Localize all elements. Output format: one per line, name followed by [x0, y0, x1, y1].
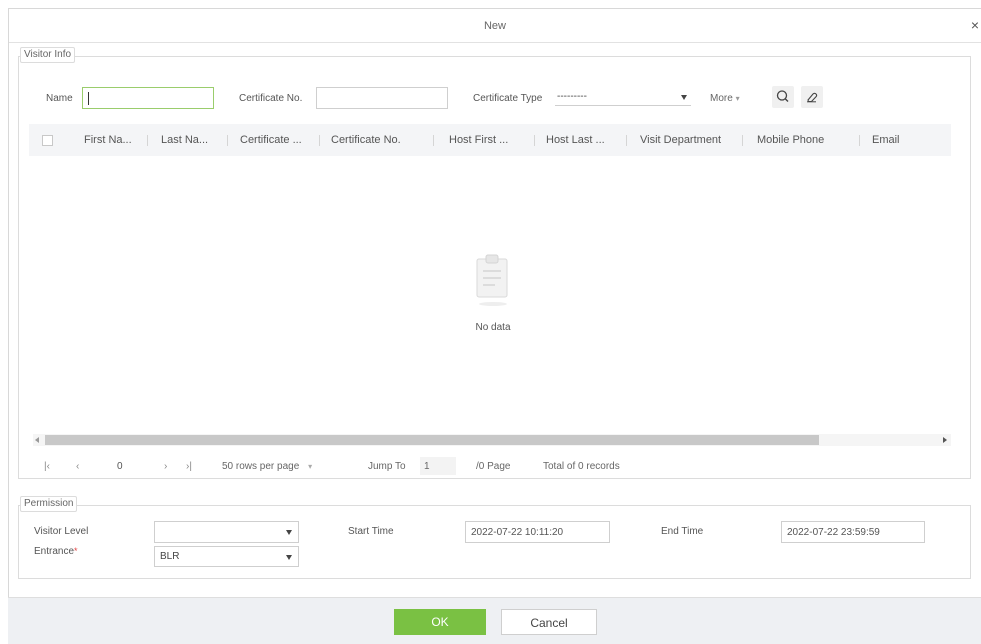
- end-time-label: End Time: [661, 526, 704, 537]
- close-icon[interactable]: ×: [971, 18, 979, 32]
- visitor-level-label: Visitor Level: [34, 526, 89, 537]
- dialog-titlebar: New ×: [9, 9, 981, 43]
- total-records: Total of 0 records: [543, 461, 620, 472]
- scroll-right-icon[interactable]: [943, 437, 947, 443]
- jump-to-value: 1: [424, 461, 430, 472]
- end-time-input[interactable]: 2022-07-22 23:59:59: [781, 521, 925, 543]
- text-cursor: [88, 92, 89, 105]
- entrance-select[interactable]: BLR: [154, 546, 299, 567]
- visitor-info-legend: Visitor Info: [20, 47, 76, 63]
- column-header-mobile-phone[interactable]: Mobile Phone: [757, 134, 824, 146]
- certificate-no-input[interactable]: [316, 87, 448, 109]
- chevron-down-icon: [286, 555, 292, 560]
- last-page-button[interactable]: ›|: [186, 461, 192, 472]
- empty-state-text: No data: [475, 322, 511, 333]
- eraser-icon: [807, 92, 818, 103]
- scrollbar-thumb[interactable]: [45, 435, 819, 445]
- entrance-value: BLR: [160, 551, 180, 562]
- select-all-checkbox[interactable]: [42, 135, 53, 146]
- chevron-down-icon: [681, 95, 687, 100]
- clear-button[interactable]: [801, 86, 823, 108]
- column-header-certificate-no[interactable]: Certificate No.: [331, 134, 401, 146]
- column-divider[interactable]: [147, 135, 148, 146]
- rows-per-page-value: 50 rows per page: [222, 461, 300, 472]
- cancel-button[interactable]: Cancel: [501, 609, 597, 635]
- column-header-host-first-name[interactable]: Host First ...: [449, 134, 508, 146]
- entrance-label-text: Entrance: [34, 546, 75, 557]
- certificate-type-select[interactable]: ---------: [555, 88, 691, 106]
- permission-legend: Permission: [20, 496, 78, 512]
- column-header-first-name[interactable]: First Na...: [84, 134, 132, 146]
- current-page: 0: [117, 461, 123, 472]
- certificate-no-label: Certificate No.: [239, 93, 303, 104]
- column-divider[interactable]: [319, 135, 320, 146]
- more-caret-icon: ▾: [735, 94, 740, 103]
- dialog-title: New: [483, 20, 506, 32]
- more-label: More: [710, 93, 733, 104]
- end-time-value: 2022-07-22 23:59:59: [787, 527, 880, 538]
- start-time-input[interactable]: 2022-07-22 10:11:20: [465, 521, 610, 543]
- dialog-footer: OK Cancel: [8, 597, 981, 644]
- rows-per-page-caret-icon: ▾: [308, 462, 313, 471]
- column-header-host-last-name[interactable]: Host Last ...: [546, 134, 605, 146]
- column-header-certificate-type[interactable]: Certificate ...: [240, 134, 302, 146]
- column-header-visit-department[interactable]: Visit Department: [640, 134, 721, 146]
- required-mark: *: [74, 546, 78, 556]
- search-icon: [776, 90, 789, 102]
- entrance-label: Entrance*: [34, 546, 78, 557]
- ok-button[interactable]: OK: [394, 609, 486, 635]
- certificate-type-label: Certificate Type: [473, 93, 543, 104]
- first-page-button[interactable]: |‹: [44, 461, 50, 472]
- visitor-level-select[interactable]: [154, 521, 299, 543]
- search-button[interactable]: [772, 86, 794, 108]
- column-divider[interactable]: [859, 135, 860, 146]
- column-divider[interactable]: [534, 135, 535, 146]
- column-divider[interactable]: [227, 135, 228, 146]
- table-header: First Na... Last Na... Certificate ... C…: [29, 124, 951, 156]
- jump-to-input[interactable]: 1: [420, 457, 456, 475]
- chevron-down-icon: [286, 530, 292, 535]
- jump-to-label: Jump To: [368, 461, 406, 472]
- next-page-button[interactable]: ›: [164, 461, 167, 472]
- name-input[interactable]: [82, 87, 214, 109]
- horizontal-scrollbar[interactable]: [33, 434, 951, 446]
- column-divider[interactable]: [433, 135, 434, 146]
- column-header-email[interactable]: Email: [872, 134, 900, 146]
- start-time-label: Start Time: [348, 526, 394, 537]
- rows-per-page-select[interactable]: 50 rows per page ▾: [222, 461, 312, 472]
- prev-page-button[interactable]: ‹: [76, 461, 79, 472]
- name-label: Name: [46, 93, 73, 104]
- start-time-value: 2022-07-22 10:11:20: [471, 527, 564, 538]
- certificate-type-value: ---------: [557, 91, 587, 102]
- page-total: /0 Page: [476, 461, 511, 472]
- more-toggle[interactable]: More ▾: [710, 93, 740, 104]
- clipboard-icon: [476, 254, 508, 306]
- column-divider[interactable]: [626, 135, 627, 146]
- scroll-left-icon[interactable]: [35, 437, 39, 443]
- column-header-last-name[interactable]: Last Na...: [161, 134, 208, 146]
- column-divider[interactable]: [742, 135, 743, 146]
